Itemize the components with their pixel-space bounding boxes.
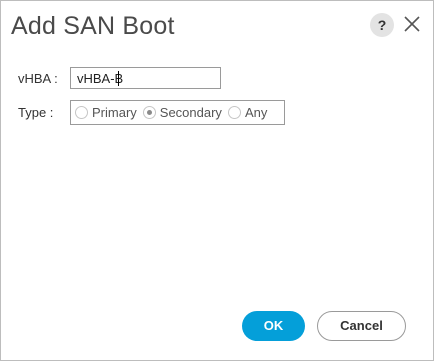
add-san-boot-dialog: Add SAN Boot ? vHBA : Type : Primary Sec… (0, 0, 434, 361)
radio-unchecked-icon[interactable] (227, 106, 241, 119)
radio-label: Primary (92, 105, 137, 120)
ok-button[interactable]: OK (242, 311, 305, 341)
type-option-any[interactable]: Any (227, 105, 268, 120)
text-cursor (118, 71, 119, 86)
type-option-primary[interactable]: Primary (75, 105, 137, 120)
cancel-button[interactable]: Cancel (317, 311, 406, 341)
type-option-secondary[interactable]: Secondary (142, 105, 222, 120)
close-icon[interactable] (402, 14, 422, 34)
help-icon[interactable]: ? (370, 13, 394, 37)
dialog-title: Add SAN Boot (11, 12, 175, 40)
radio-label: Any (244, 105, 268, 120)
vhba-label: vHBA : (18, 71, 58, 86)
type-label: Type : (18, 105, 54, 120)
radio-label: Secondary (159, 105, 222, 120)
vhba-input[interactable] (70, 67, 221, 89)
type-radio-group: Primary Secondary Any (70, 100, 285, 125)
radio-checked-icon[interactable] (142, 106, 156, 119)
radio-unchecked-icon[interactable] (75, 106, 88, 119)
